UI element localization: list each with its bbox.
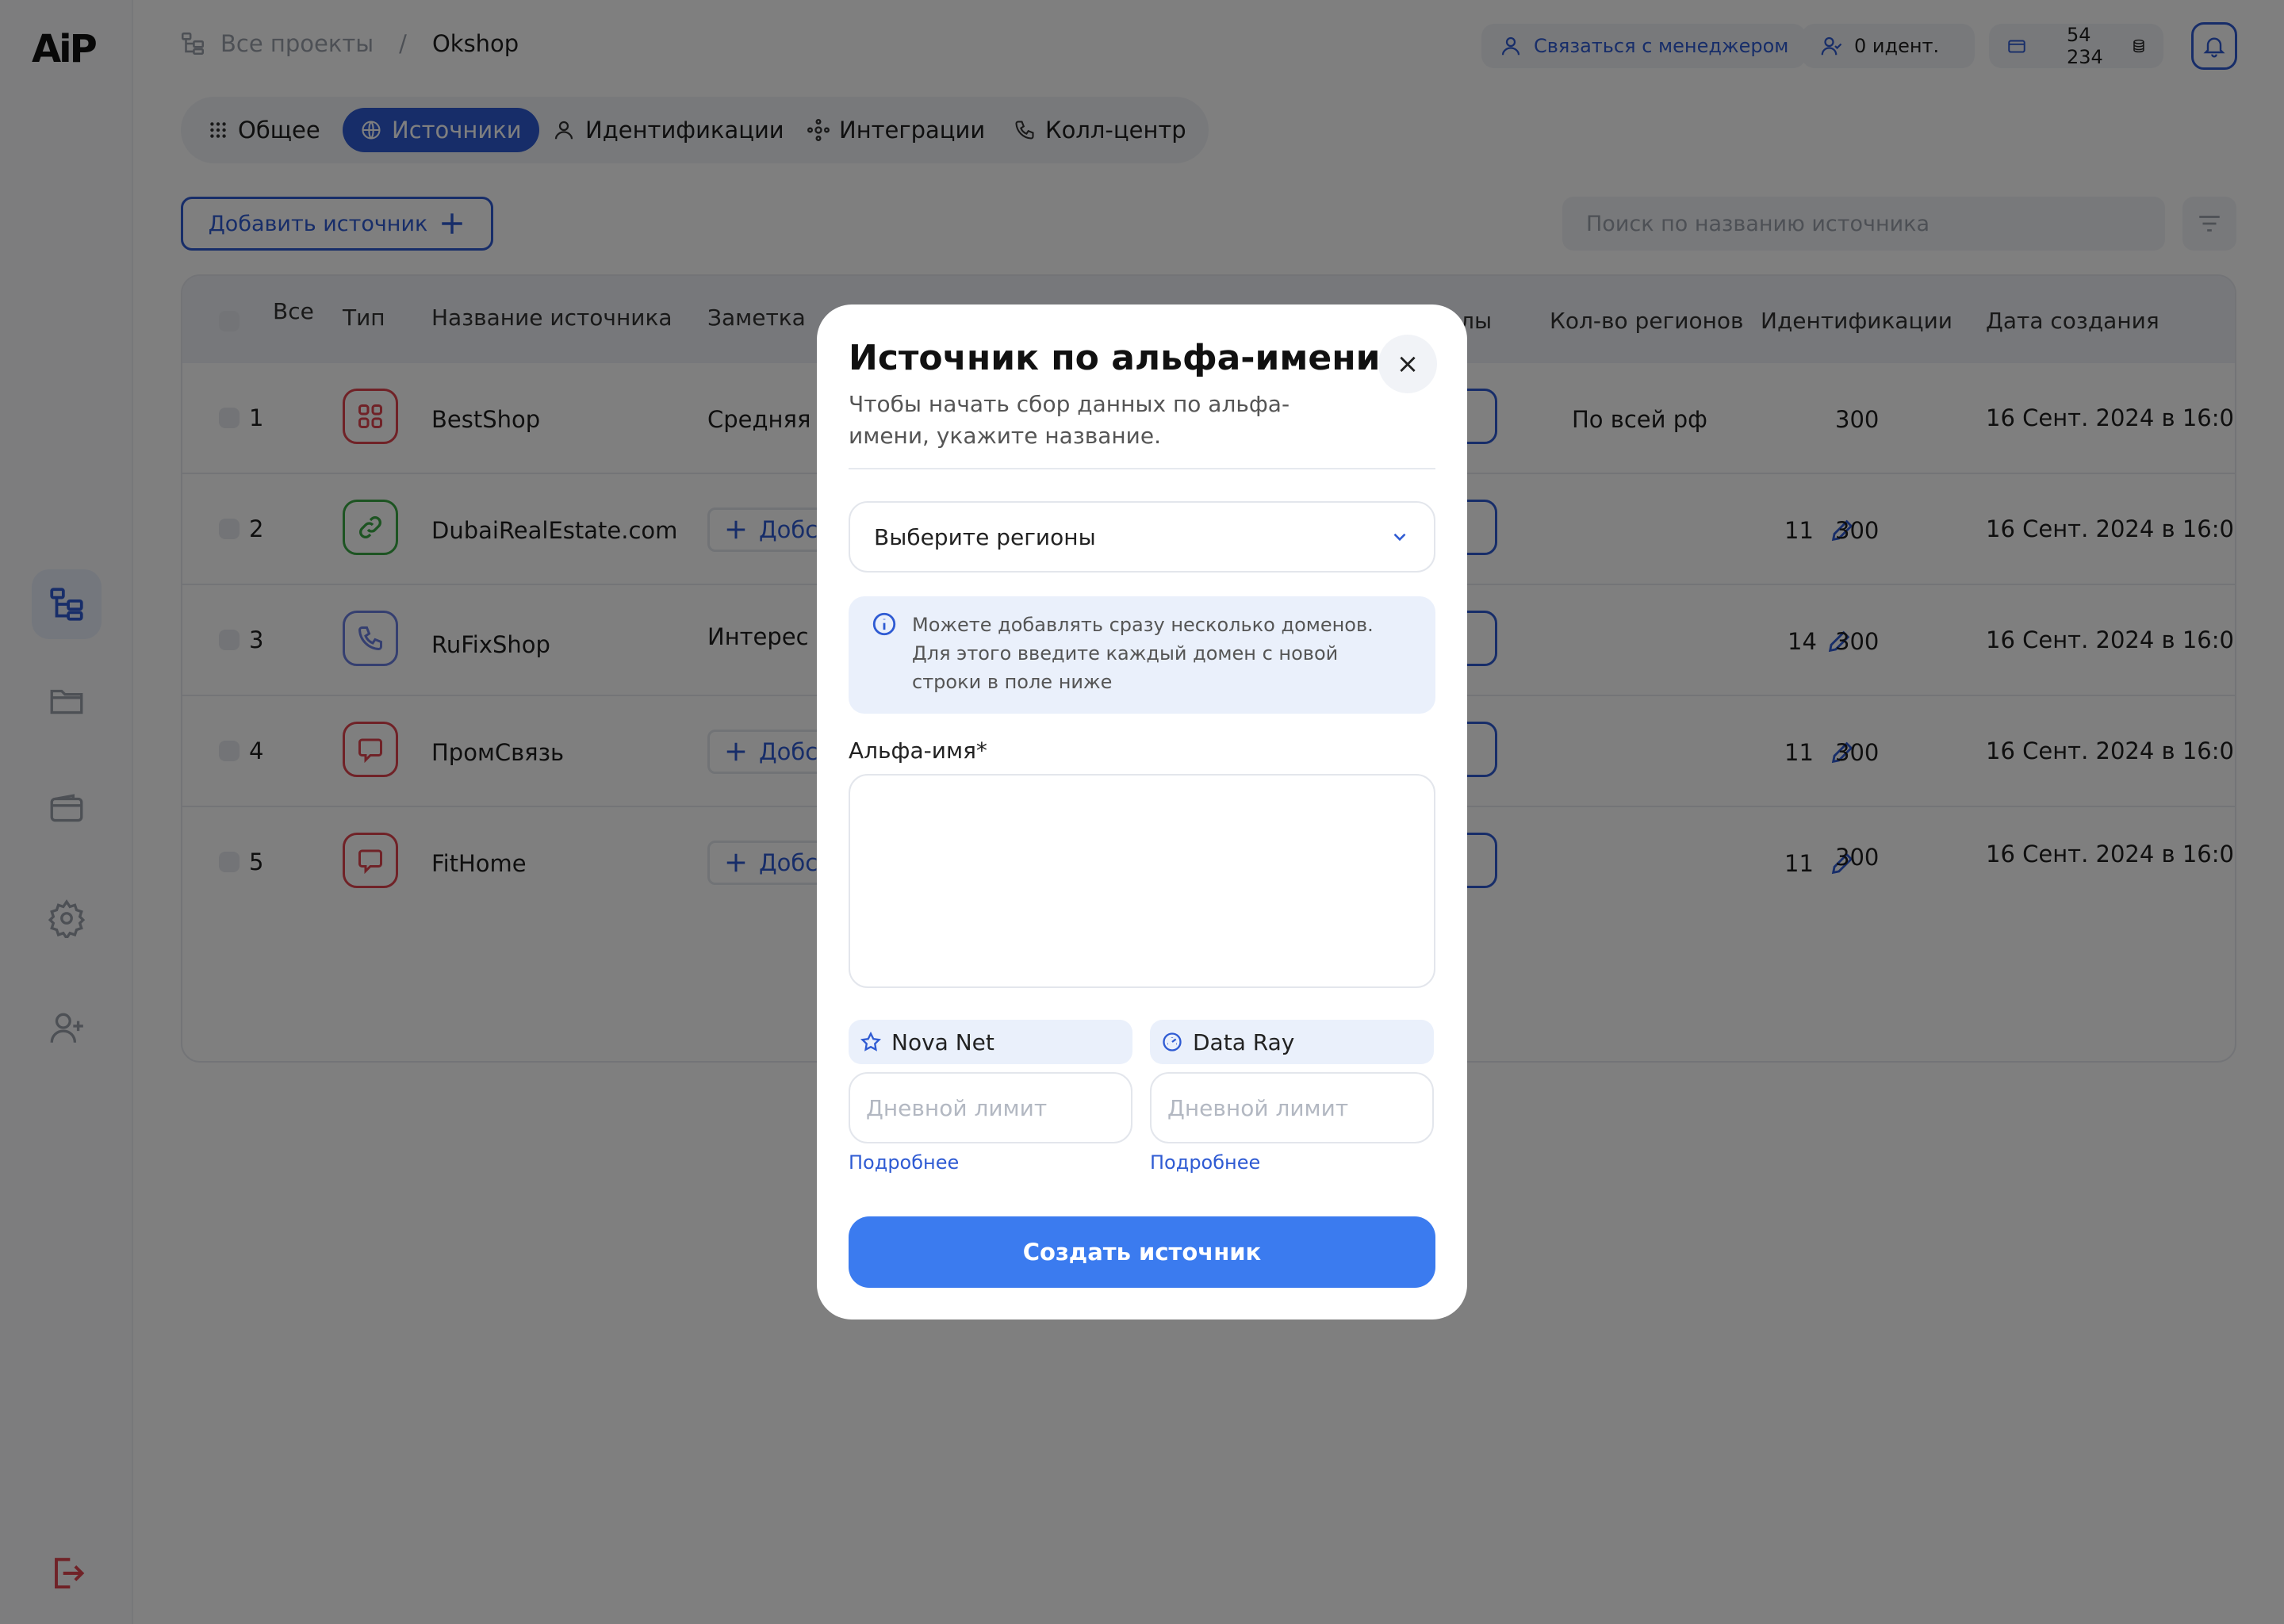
more-link[interactable]: Подробнее (1150, 1151, 1260, 1174)
gauge-icon (1163, 1032, 1182, 1051)
provider-nova-net: Nova Net (849, 1020, 1132, 1064)
info-text: Можете добавлять сразу несколько доменов… (912, 614, 1374, 693)
alpha-name-textarea[interactable] (849, 774, 1435, 988)
provider-data-ray: Data Ray (1150, 1020, 1434, 1064)
create-source-button[interactable]: Создать источник (849, 1216, 1435, 1288)
provider-name: Nova Net (891, 1028, 994, 1055)
info-icon (872, 612, 896, 636)
info-box: Можете добавлять сразу несколько доменов… (849, 596, 1435, 714)
region-select-label: Выберите регионы (874, 523, 1096, 550)
daily-limit-input[interactable]: Дневной лимит (1150, 1072, 1434, 1143)
close-button[interactable]: × (1378, 335, 1437, 393)
provider-name: Data Ray (1193, 1028, 1295, 1055)
modal-subtitle: Чтобы начать сбор данных по альфа-имени,… (849, 391, 1290, 449)
modal-title: Источник по альфа-имени (849, 338, 1381, 378)
create-source-modal: Источник по альфа-имени × Чтобы начать с… (817, 304, 1467, 1320)
divider (849, 468, 1435, 469)
region-select[interactable]: Выберите регионы (849, 501, 1435, 573)
alpha-name-label: Альфа-имя* (849, 737, 987, 764)
more-link[interactable]: Подробнее (849, 1151, 959, 1174)
star-icon (860, 1031, 882, 1051)
chevron-down-icon (1393, 533, 1406, 542)
daily-limit-input[interactable]: Дневной лимит (849, 1072, 1132, 1143)
